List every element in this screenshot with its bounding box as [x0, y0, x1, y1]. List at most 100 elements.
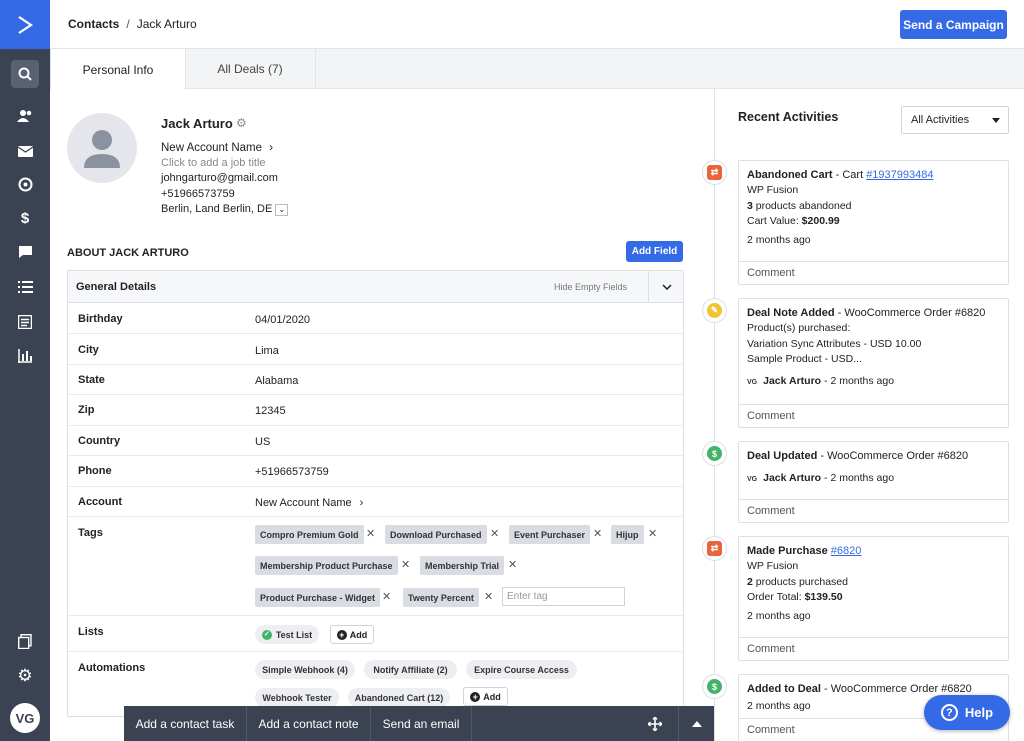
- job-title-field[interactable]: Click to add a job title: [161, 157, 266, 169]
- automation-chip[interactable]: Simple Webhook (4): [255, 660, 355, 679]
- lists-icon[interactable]: [11, 273, 39, 301]
- activity-user[interactable]: Jack Arturo: [763, 472, 821, 484]
- logo-icon[interactable]: [0, 0, 50, 49]
- contact-settings-gear-icon[interactable]: ⚙: [236, 116, 247, 130]
- remove-tag-icon[interactable]: ✕: [648, 527, 657, 540]
- field-value[interactable]: Alabama: [255, 375, 298, 387]
- remove-tag-icon[interactable]: ✕: [490, 527, 499, 540]
- add-field-button[interactable]: Add Field: [626, 241, 683, 262]
- campaigns-icon[interactable]: [11, 137, 39, 165]
- activity-line: Variation Sync Attributes - USD 10.00: [747, 337, 922, 350]
- breadcrumb-current: Jack Arturo: [136, 17, 197, 31]
- breadcrumb-contacts[interactable]: Contacts: [68, 17, 119, 31]
- activity-line: WP Fusion: [747, 184, 799, 196]
- activity-amount: $139.50: [804, 591, 843, 603]
- collapse-chevron-icon[interactable]: [648, 271, 684, 302]
- activity-user[interactable]: Jack Arturo: [763, 375, 821, 387]
- general-details-header: General Details Hide Empty Fields: [68, 271, 683, 303]
- field-value[interactable]: US: [255, 436, 270, 448]
- activities-filter-select[interactable]: All Activities: [901, 106, 1009, 134]
- cart-link[interactable]: #1937993484: [866, 169, 933, 181]
- contact-phone[interactable]: +51966573759: [161, 188, 235, 200]
- contact-location[interactable]: Berlin, Land Berlin, DE ⌄: [161, 203, 289, 216]
- tag-chip[interactable]: Membership Product Purchase: [255, 556, 398, 575]
- field-row-state: State Alabama: [68, 365, 683, 395]
- tab-bar: Personal Info All Deals (7): [50, 49, 1024, 90]
- tab-personal-info[interactable]: Personal Info: [50, 49, 186, 90]
- remove-tag-icon[interactable]: ✕: [366, 527, 375, 540]
- expand-chevron-up-icon[interactable]: [679, 706, 714, 741]
- automation-chip[interactable]: Expire Course Access: [466, 660, 577, 679]
- automation-chip[interactable]: Notify Affiliate (2): [364, 660, 457, 679]
- automation-chip[interactable]: Abandoned Cart (12): [348, 688, 450, 707]
- automation-chip[interactable]: Webhook Tester: [255, 688, 339, 707]
- activity-time: 2 months ago: [830, 472, 895, 484]
- user-initials: VG: [747, 476, 758, 483]
- contact-name: Jack Arturo: [161, 116, 233, 131]
- remove-tag-icon[interactable]: ✕: [593, 527, 602, 540]
- list-chip[interactable]: ✓ Test List: [255, 625, 319, 644]
- field-row-country: Country US: [68, 426, 683, 456]
- comment-button[interactable]: Comment: [739, 261, 1008, 284]
- tag-chip[interactable]: Download Purchased: [385, 525, 487, 544]
- remove-tag-icon[interactable]: ✕: [382, 590, 391, 603]
- activity-text: products abandoned: [752, 199, 852, 212]
- field-value[interactable]: +51966573759: [255, 466, 329, 478]
- field-value[interactable]: Lima: [255, 345, 279, 357]
- field-value[interactable]: New Account Name ›: [255, 497, 363, 509]
- contact-email[interactable]: johngarturo@gmail.com: [161, 172, 278, 184]
- tag-chip[interactable]: Twenty Percent: [403, 588, 479, 607]
- order-link[interactable]: #6820: [831, 545, 862, 557]
- add-automation-button[interactable]: + Add: [463, 687, 508, 706]
- add-list-button[interactable]: + Add: [330, 625, 374, 644]
- comment-button[interactable]: Comment: [739, 404, 1008, 427]
- chevron-right-icon: ›: [359, 497, 364, 509]
- account-link[interactable]: New Account Name ›: [161, 142, 273, 154]
- help-button[interactable]: ? Help: [924, 695, 1010, 730]
- forms-icon[interactable]: [11, 308, 39, 336]
- hide-empty-fields-link[interactable]: Hide Empty Fields: [554, 282, 627, 292]
- activity-user-row: VG Jack Arturo - 2 months ago: [747, 472, 895, 484]
- tag-chip[interactable]: Event Purchaser: [509, 525, 591, 544]
- send-campaign-button[interactable]: Send a Campaign: [900, 10, 1007, 39]
- user-avatar[interactable]: VG: [10, 703, 40, 733]
- timeline-dot: $: [702, 674, 727, 699]
- comment-button[interactable]: Comment: [739, 499, 1008, 522]
- enter-tag-input[interactable]: Enter tag: [502, 587, 625, 606]
- field-label: Country: [78, 435, 121, 447]
- lists-label: Lists: [78, 626, 104, 638]
- field-row-zip: Zip 12345: [68, 395, 683, 426]
- conversations-icon[interactable]: [11, 238, 39, 266]
- pages-icon[interactable]: [11, 627, 39, 655]
- field-value[interactable]: 04/01/2020: [255, 314, 310, 326]
- activity-line: Sample Product - USD...: [747, 353, 862, 365]
- add-note-button[interactable]: Add a contact note: [247, 706, 371, 741]
- chevron-down-icon[interactable]: ⌄: [275, 204, 289, 216]
- comment-button[interactable]: Comment: [739, 637, 1008, 660]
- field-value[interactable]: 12345: [255, 405, 286, 417]
- activity-text: products purchased: [752, 575, 848, 588]
- tag-chip[interactable]: Membership Trial: [420, 556, 505, 575]
- remove-tag-icon[interactable]: ✕: [508, 558, 517, 571]
- tag-chip[interactable]: Compro Premium Gold: [255, 525, 364, 544]
- activity-line: Product(s) purchased:: [747, 322, 851, 334]
- plus-icon: +: [336, 629, 347, 640]
- settings-icon[interactable]: ⚙: [11, 662, 39, 690]
- search-icon[interactable]: [11, 60, 39, 88]
- filter-value: All Activities: [911, 114, 970, 126]
- automations-icon[interactable]: [11, 170, 39, 198]
- tag-chip[interactable]: Hijup: [611, 525, 644, 544]
- move-icon[interactable]: [472, 706, 679, 741]
- tab-all-deals[interactable]: All Deals (7): [185, 49, 316, 89]
- breadcrumb-separator: /: [126, 17, 130, 31]
- remove-tag-icon[interactable]: ✕: [401, 558, 410, 571]
- field-label: City: [78, 344, 99, 356]
- reports-icon[interactable]: [11, 342, 39, 370]
- add-task-button[interactable]: Add a contact task: [124, 706, 247, 741]
- deals-icon[interactable]: $: [11, 204, 39, 232]
- field-row-birthday: Birthday 04/01/2020: [68, 303, 683, 334]
- send-email-button[interactable]: Send an email: [371, 706, 472, 741]
- contacts-icon[interactable]: [11, 102, 39, 130]
- tag-chip[interactable]: Product Purchase - Widget: [255, 588, 380, 607]
- remove-tag-icon[interactable]: ✕: [484, 590, 493, 603]
